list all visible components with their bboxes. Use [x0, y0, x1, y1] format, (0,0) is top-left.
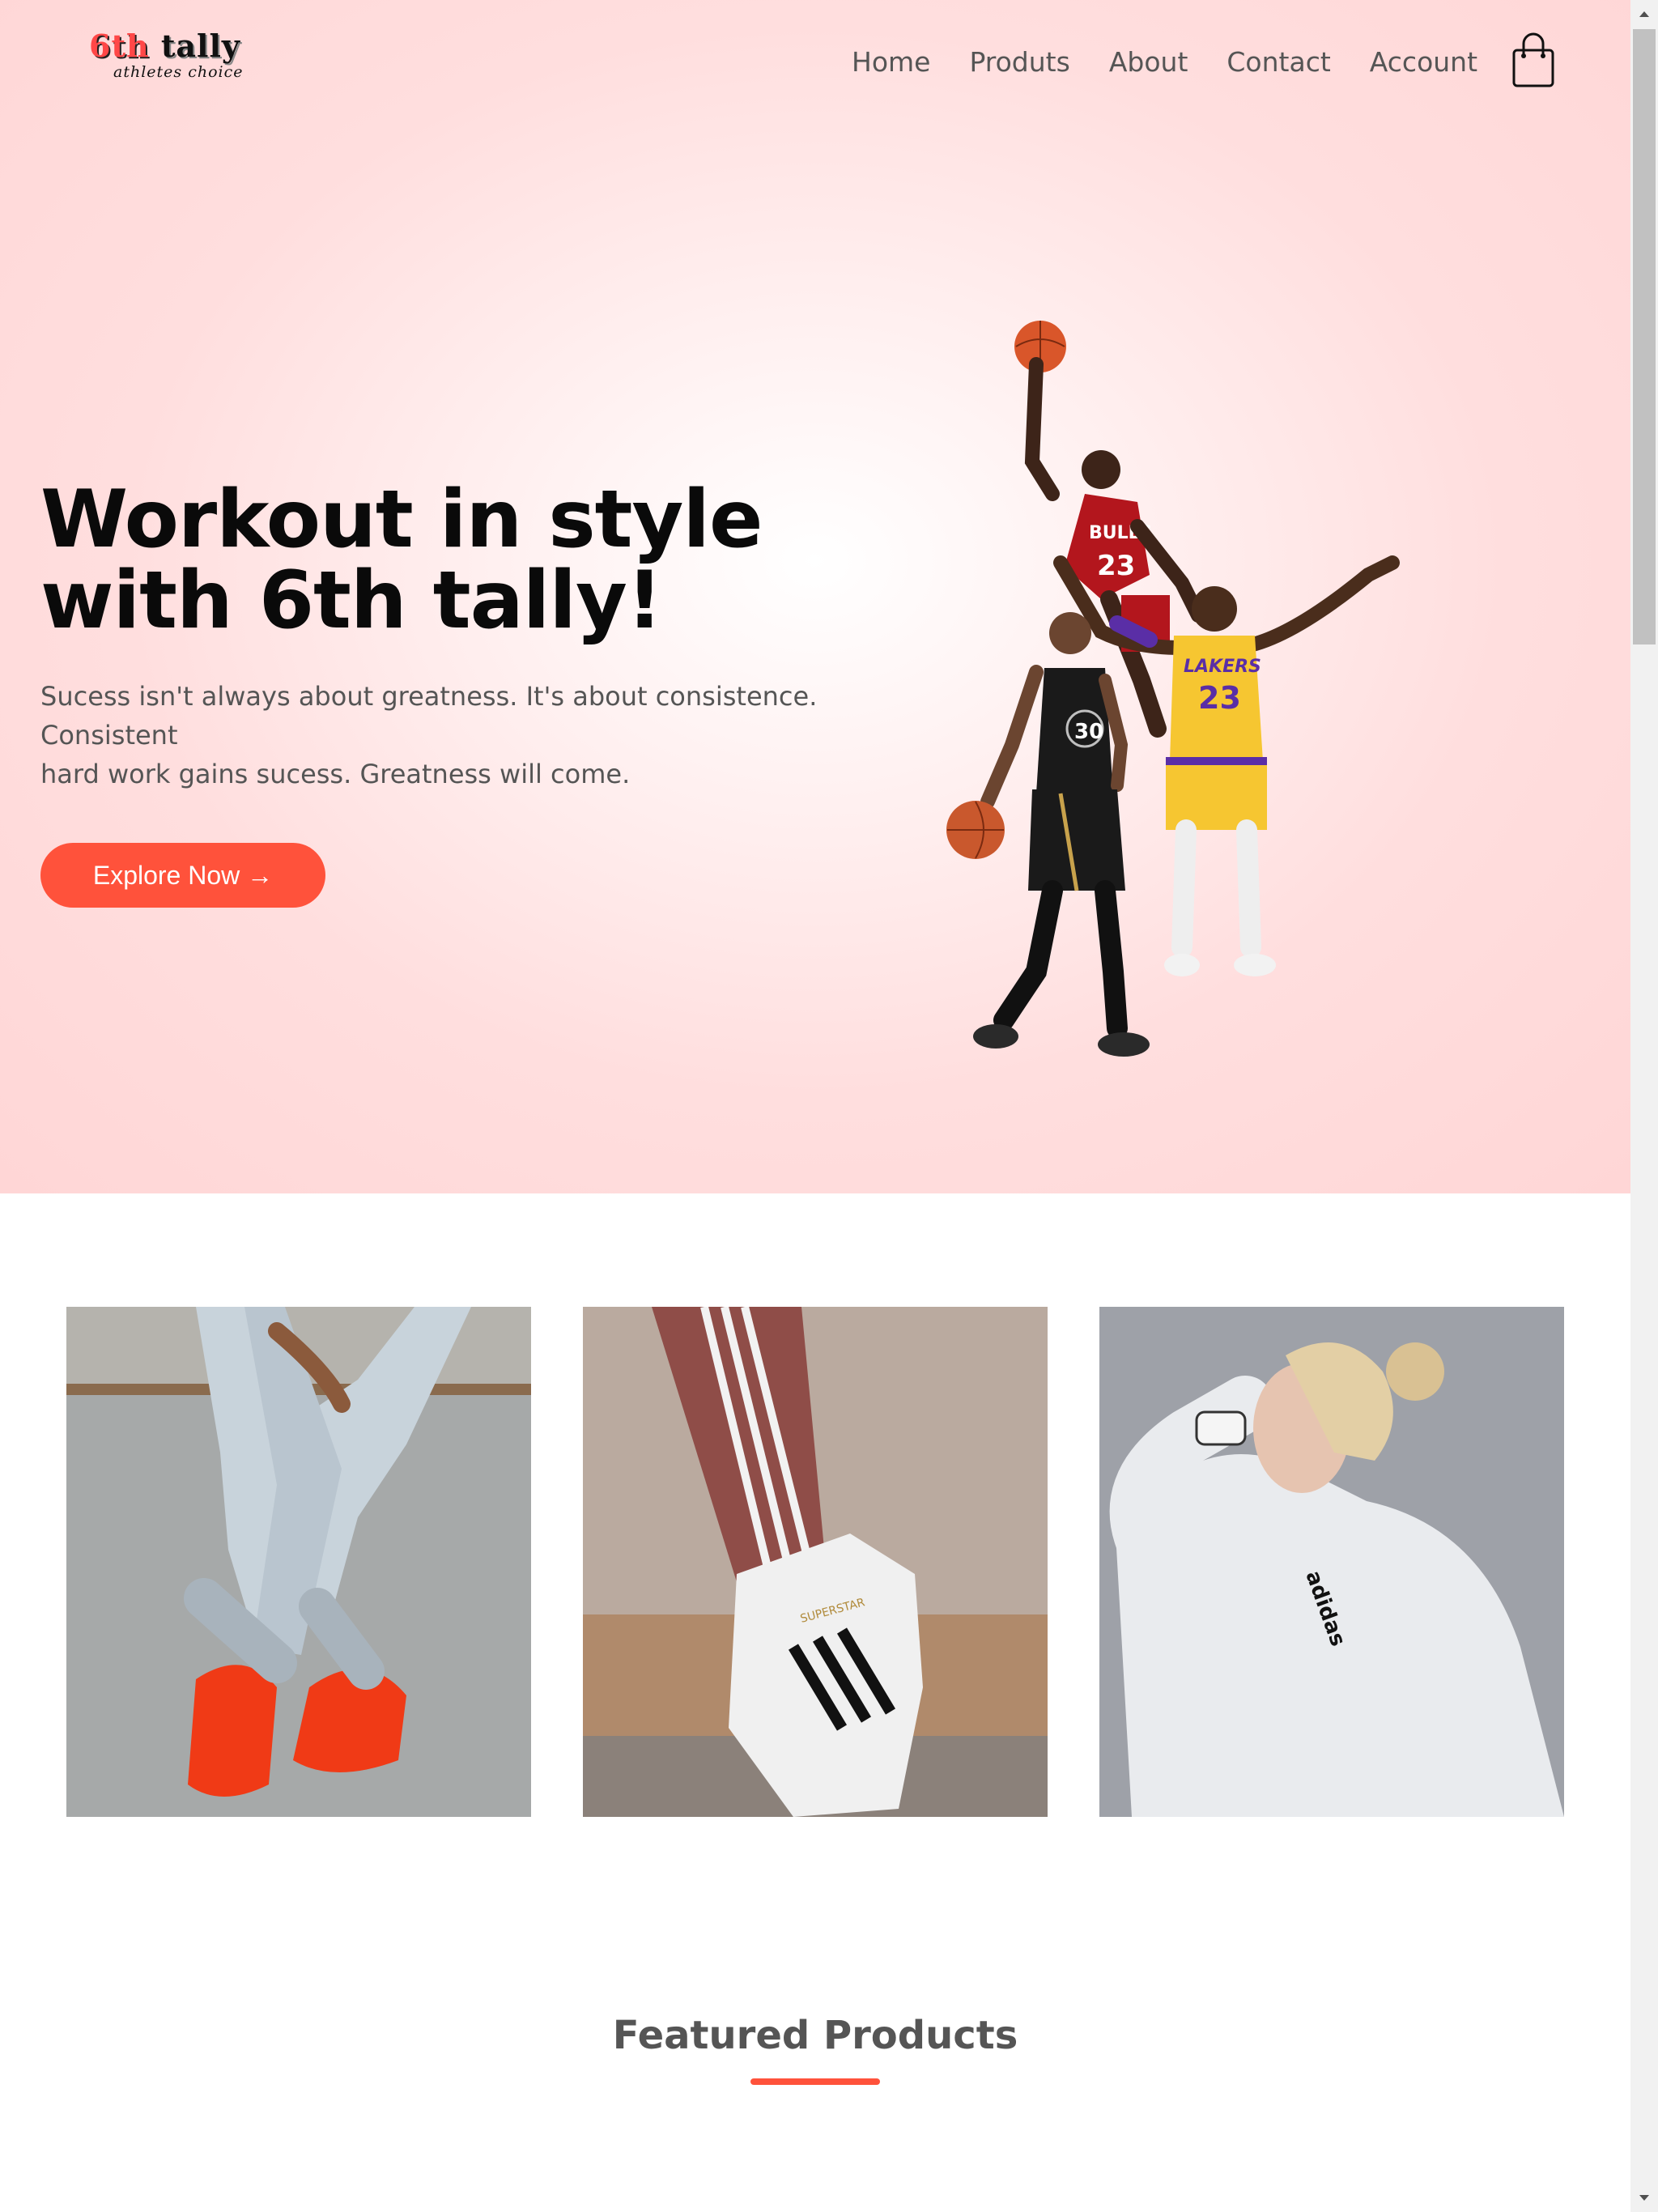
nav-products[interactable]: Produts — [969, 46, 1069, 78]
scroll-up-arrow-icon[interactable] — [1630, 0, 1658, 28]
nav-home[interactable]: Home — [852, 46, 930, 78]
scroll-down-arrow-icon[interactable] — [1630, 2184, 1658, 2212]
featured-products-title: Featured Products — [612, 2013, 1018, 2058]
nav-account[interactable]: Account — [1370, 46, 1477, 78]
brand-logo[interactable]: 6th tally athletes choice — [89, 28, 259, 84]
vertical-scrollbar[interactable] — [1630, 0, 1658, 2212]
logo-text-dark: tally — [160, 28, 240, 64]
category-image-sneakers[interactable] — [66, 1307, 531, 1817]
basketball-players-image: BULLS 23 LAKERS 23 30 — [915, 308, 1433, 1085]
title-underline — [750, 2078, 880, 2085]
lakers-jersey-number: 23 — [1198, 680, 1241, 716]
hero-section: 6th tally athletes choice Home Produts A… — [0, 0, 1630, 1193]
shopping-bag-icon[interactable] — [1511, 31, 1556, 89]
bulls-jersey-number: 23 — [1097, 550, 1135, 582]
lakers-jersey-text: LAKERS — [1184, 657, 1261, 677]
hero-headline: Workout in style with 6th tally! — [40, 474, 763, 647]
scrollbar-thumb[interactable] — [1633, 29, 1656, 644]
logo-tagline: athletes choice — [113, 63, 244, 81]
warriors-jersey-number: 30 — [1074, 720, 1103, 744]
hero-subtext: Sucess isn't always about greatness. It'… — [40, 681, 818, 789]
category-image-hoodie[interactable]: adidas — [1099, 1307, 1564, 1817]
main-nav: Home Produts About Contact Account — [852, 42, 1516, 81]
logo-text-red: 6th — [89, 28, 150, 64]
nav-about[interactable]: About — [1109, 46, 1188, 78]
category-image-sneaker-superstar[interactable]: SUPERSTAR — [583, 1307, 1048, 1817]
nav-contact[interactable]: Contact — [1226, 46, 1330, 78]
explore-now-button[interactable]: Explore Now → — [40, 843, 325, 908]
